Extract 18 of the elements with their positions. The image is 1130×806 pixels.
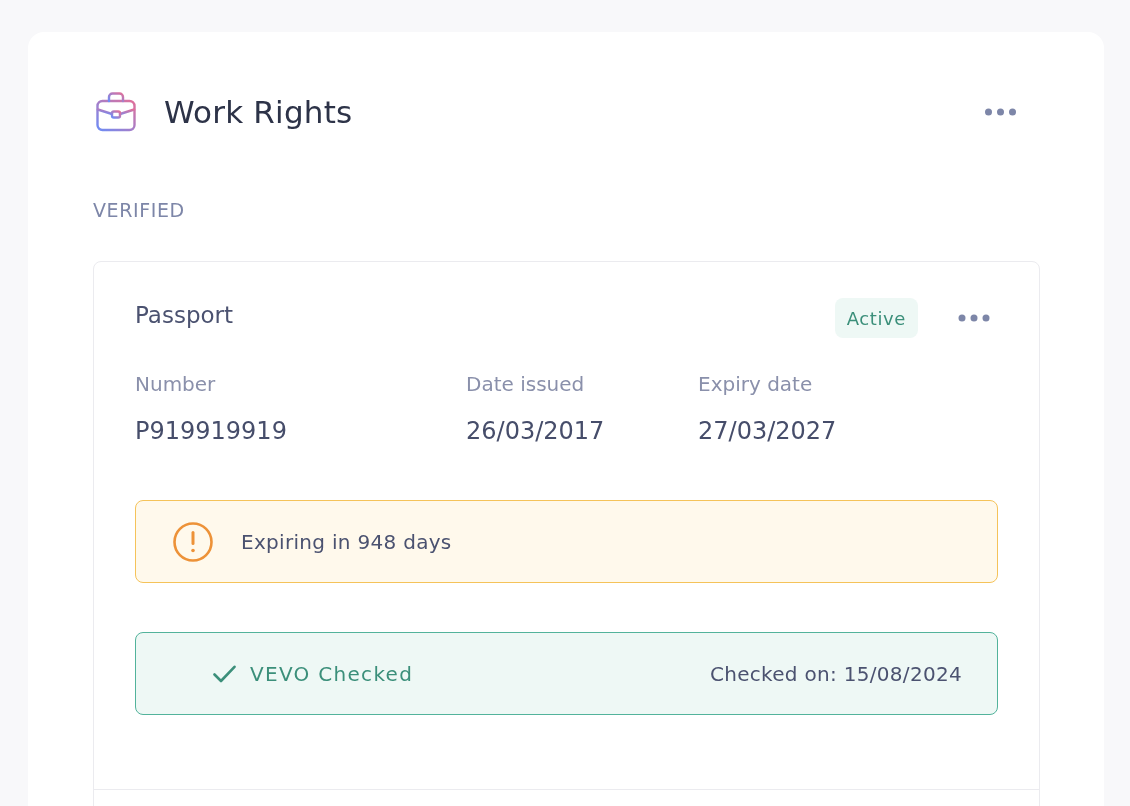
- verified-text: VEVO Checked: [250, 661, 415, 686]
- field-value: P919919919: [135, 416, 287, 446]
- status-badge: Active: [834, 298, 918, 338]
- warning-icon: [173, 521, 213, 562]
- field-value: 26/03/2017: [466, 416, 605, 446]
- field-value: 27/03/2027: [698, 416, 837, 446]
- section-label: VERIFIED: [93, 198, 186, 222]
- warning-text: Expiring in 948 days: [241, 529, 452, 554]
- more-icon: [958, 314, 990, 322]
- briefcase-icon: [96, 92, 136, 132]
- check-icon: [213, 664, 236, 683]
- more-icon: [982, 108, 1018, 116]
- card-title: Work Rights: [164, 94, 354, 130]
- field-label: Expiry date: [698, 372, 813, 396]
- field-label: Number: [135, 372, 216, 396]
- field-label: Date issued: [466, 372, 585, 396]
- document-title: Passport: [135, 302, 235, 328]
- checked-date: Checked on: 15/08/2024: [709, 661, 962, 686]
